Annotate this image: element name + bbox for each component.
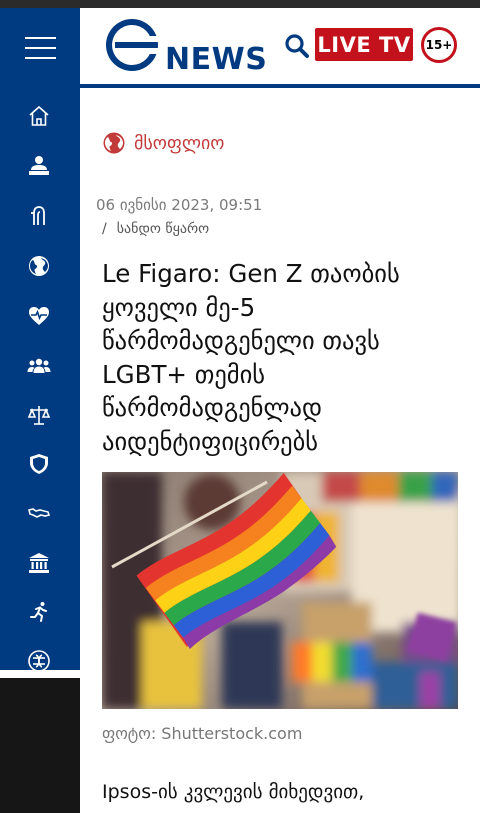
sidebar-footer [0, 678, 80, 813]
source-separator: / [102, 221, 107, 237]
category-link[interactable]: მსოფლიო [102, 131, 224, 155]
category-label: მსოფლიო [134, 132, 225, 154]
headline-line: წარმომადგენელი თავს [102, 326, 380, 355]
live-tv-button[interactable]: LIVE TV [315, 28, 413, 61]
globe-icon [103, 132, 125, 154]
article-photo[interactable] [102, 472, 458, 709]
headline-line: ყოველი მე-5 [102, 292, 256, 322]
globe-icon[interactable] [24, 251, 54, 281]
top-strip [0, 0, 480, 8]
headline-line: Le Figaro: Gen Z თაობის [102, 259, 400, 288]
article-source: / სანდო წყარო [102, 221, 209, 237]
region-map-icon[interactable] [24, 498, 54, 528]
publish-date: 06 ივნისი 2023, 09:51 [96, 196, 263, 214]
article-body: Ipsos-ის კვლევის მიხედვით, [102, 781, 365, 803]
news-anchor-icon[interactable] [24, 151, 54, 181]
article-headline: Le Figaro: Gen Z თაობის ყოველი მე-5 წარმ… [102, 257, 462, 458]
sport-runner-icon[interactable] [24, 597, 54, 627]
society-icon[interactable] [24, 351, 54, 381]
government-building-icon[interactable] [24, 548, 54, 578]
logo-text[interactable]: NEWS [165, 42, 267, 77]
source-label: სანდო წყარო [116, 221, 210, 237]
menu-icon[interactable] [25, 36, 56, 60]
home-icon[interactable] [24, 101, 54, 131]
headline-line: წარმომადგენლად [102, 393, 322, 422]
search-icon[interactable] [284, 33, 310, 59]
headline-line: აიდენტიფიცირებს [102, 426, 319, 456]
sidebar-divider [0, 670, 80, 678]
age-rating-badge: 15+ [421, 27, 457, 63]
sidebar [0, 8, 80, 672]
security-shield-icon[interactable] [24, 449, 54, 479]
header-underline [80, 84, 480, 88]
photo-caption: ფოტო: Shutterstock.com [102, 724, 303, 743]
headline-line: LGBT+ თემის [102, 359, 266, 389]
law-scales-icon[interactable] [24, 400, 54, 430]
georgia-map-icon[interactable] [24, 201, 54, 231]
health-icon[interactable] [24, 301, 54, 331]
